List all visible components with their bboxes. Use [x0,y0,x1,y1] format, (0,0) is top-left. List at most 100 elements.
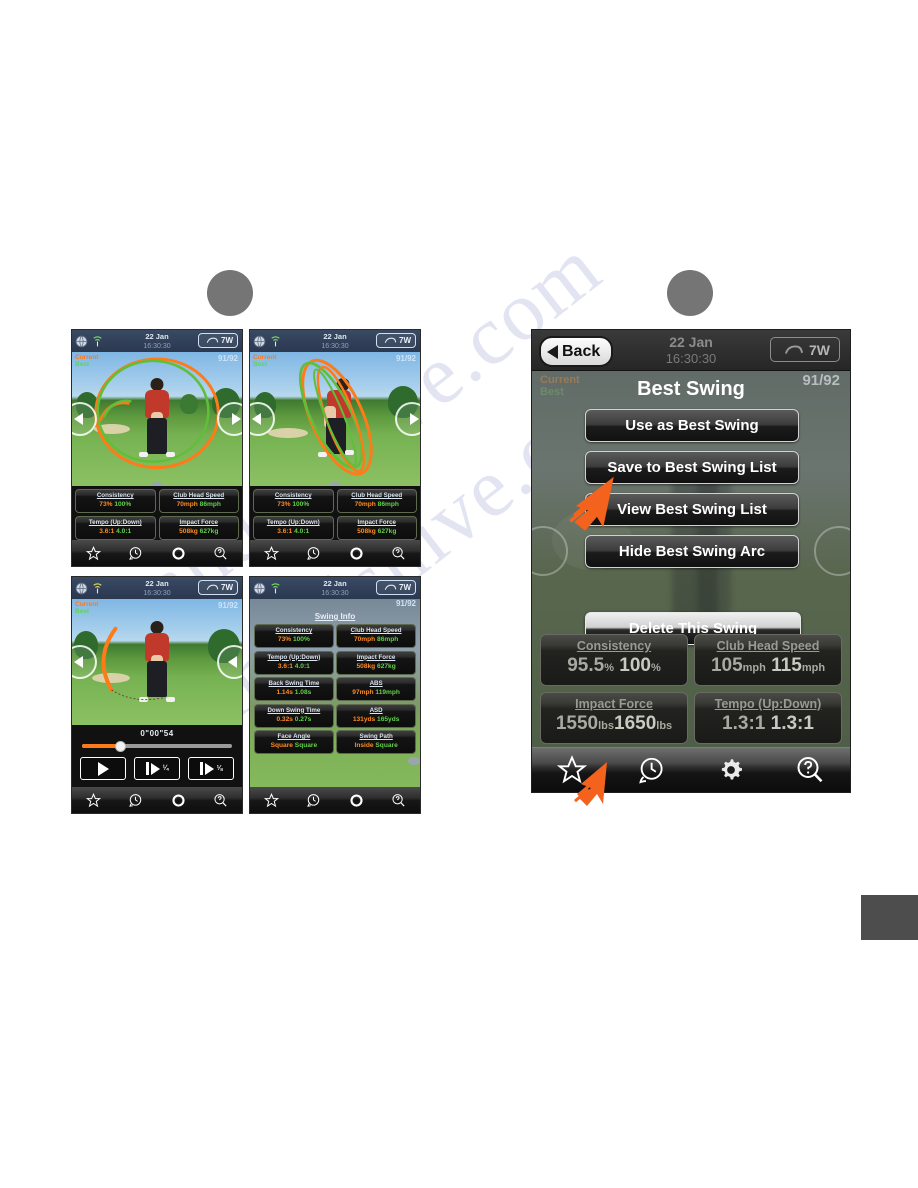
seek-knob[interactable] [115,741,126,752]
club-head-icon [384,584,397,590]
clock-history-icon[interactable] [128,793,143,808]
stat-card[interactable]: Down Swing Time 0.32s 0.27s [254,703,334,728]
bottom-nav [250,787,420,813]
help-search-icon[interactable] [213,793,228,808]
swing-video-view[interactable]: Current Best 91/92 [250,352,420,486]
stat-card[interactable]: Tempo (Up:Down) 3.6:1 4.0:1 [254,650,334,675]
best-swing-menu: Use as Best Swing Save to Best Swing Lis… [585,409,799,577]
stat-values: 131yds 165yds [352,715,400,723]
clock-history-icon[interactable] [128,546,143,561]
help-search-icon[interactable] [213,546,228,561]
screenshot-playback[interactable]: 22 Jan 16:30:30 7W Current Best 91/92 0"… [71,576,243,814]
stat-values: 508kg 627kg [357,528,397,535]
stat-card[interactable]: Consistency 73% 100% [253,489,334,513]
page-root: manualshive.com manualshive.com 22 Jan 1… [0,0,918,1188]
screenshot-swing-arc-full[interactable]: 22 Jan 16:30:30 7W Current Best 91/92 Co… [249,329,421,567]
stat-card[interactable]: Club Head Speed 70mph 86mph [158,489,239,513]
drag-handle[interactable] [329,482,341,486]
club-head-icon [384,337,397,343]
stat-values: Square Square [270,742,318,749]
gear-icon[interactable] [716,755,746,785]
stat-label: ABS [369,680,383,687]
best-swing-screen[interactable]: Back 22 Jan 16:30:30 7W 91/92 Current Be… [531,329,851,793]
stat-card[interactable]: Club Head Speed 70mph 86mph [336,489,417,513]
gear-icon[interactable] [349,546,364,561]
star-icon[interactable] [85,545,101,561]
stat-label: Tempo (Up:Down) [267,653,321,661]
stats-grid: Consistency 73% 100% Club Head Speed 70m… [250,621,420,757]
stat-values: 70mph 86mph [353,636,399,643]
gear-icon[interactable] [171,793,186,808]
slow-quarter-button[interactable]: ¼ [134,757,180,780]
star-icon[interactable] [556,755,587,785]
stat-card[interactable]: Impact Force 1550lbs1650lbs [540,692,688,744]
stat-card[interactable]: ABS 97mph 119mph [336,677,416,701]
screenshot-swing-arc-circle[interactable]: 22 Jan 16:30:30 7W Current Best 91/92 Co… [71,329,243,567]
callout-marker-2 [667,270,713,316]
save-to-best-swing-list-button[interactable]: Save to Best Swing List [585,451,799,484]
clock-history-icon[interactable] [636,755,666,785]
gear-icon[interactable] [349,793,364,808]
swing-video-view[interactable]: Current Best 91/92 [72,599,242,725]
stat-label: Impact Force [179,519,218,526]
club-badge[interactable]: 7W [198,580,238,595]
gear-icon[interactable] [171,546,186,561]
swing-video-view[interactable]: Current Best 91/92 [72,352,242,486]
slow-eighth-button[interactable]: ⅛ [188,757,234,780]
stat-card[interactable]: Consistency 73% 100% [254,624,334,648]
stat-card[interactable]: Back Swing Time 1.14s 1.08s [254,677,334,701]
stat-label: Impact Force [575,697,653,711]
stat-card[interactable]: Club Head Speed 70mph 86mph [336,624,416,648]
bottom-nav [250,540,420,566]
stat-card[interactable]: Impact Force 508kg 627kg [336,650,416,675]
stat-card[interactable]: Tempo (Up:Down) 3.6:1 4.0:1 [253,516,334,540]
swing-count: 91/92 [395,599,416,608]
stat-card[interactable]: Tempo (Up:Down) 3.6:1 4.0:1 [75,516,156,540]
stat-values: 3.6:1 4.0:1 [99,528,132,535]
stat-label: Swing Path [359,733,393,740]
star-icon[interactable] [85,792,101,808]
drag-handle[interactable] [408,757,420,765]
stat-card[interactable]: Impact Force 508kg 627kg [336,516,417,540]
callout-marker-1 [207,270,253,316]
stat-card[interactable]: Face Angle Square Square [254,730,334,754]
club-head-icon [206,337,219,343]
stat-label: Club Head Speed [716,639,820,653]
drag-handle[interactable] [151,482,163,486]
screenshot-swing-info[interactable]: 22 Jan 16:30:30 7W 91/92 Swing Info Cons… [249,576,421,814]
stat-values: 0.32s 0.27s [276,715,312,723]
clock-history-icon[interactable] [306,546,321,561]
page-corner-box [861,895,918,940]
play-button[interactable] [80,757,126,780]
help-search-icon[interactable] [391,793,406,808]
help-search-icon[interactable] [795,755,825,785]
status-bar: 22 Jan 16:30:30 7W [72,330,242,352]
stat-card[interactable]: ASD 131yds 165yds [336,703,416,728]
stat-card[interactable]: Tempo (Up:Down) 1.3:1 1.3:1 [694,692,842,744]
swing-count: 91/92 [217,601,238,610]
stat-card[interactable]: Club Head Speed 105mph 115mph [694,634,842,686]
club-badge[interactable]: 7W [198,333,238,348]
stat-card[interactable]: Consistency 73% 100% [75,489,156,513]
club-badge[interactable]: 7W [770,337,840,362]
bottom-nav [72,540,242,566]
clock-history-icon[interactable] [306,793,321,808]
star-icon[interactable] [263,545,279,561]
club-badge[interactable]: 7W [376,580,416,595]
stat-values: 1.14s 1.08s [276,689,312,696]
seek-bar[interactable] [82,741,232,752]
star-icon[interactable] [263,792,279,808]
hide-best-swing-arc-button[interactable]: Hide Best Swing Arc [585,535,799,568]
status-bar: Back 22 Jan 16:30:30 7W [532,330,850,371]
stat-values: 97mph 119mph [352,689,400,696]
status-bar: 22 Jan 16:30:30 7W [250,330,420,352]
view-best-swing-list-button[interactable]: View Best Swing List [585,493,799,526]
club-badge[interactable]: 7W [376,333,416,348]
button-label: Save to Best Swing List [607,459,777,476]
stat-card[interactable]: Impact Force 508kg 627kg [158,516,239,540]
stat-values: 73% 100% [277,501,310,508]
use-as-best-swing-button[interactable]: Use as Best Swing [585,409,799,442]
stat-card[interactable]: Consistency 95.5% 100% [540,634,688,686]
help-search-icon[interactable] [391,546,406,561]
stat-card[interactable]: Swing Path Inside Square [336,730,416,754]
